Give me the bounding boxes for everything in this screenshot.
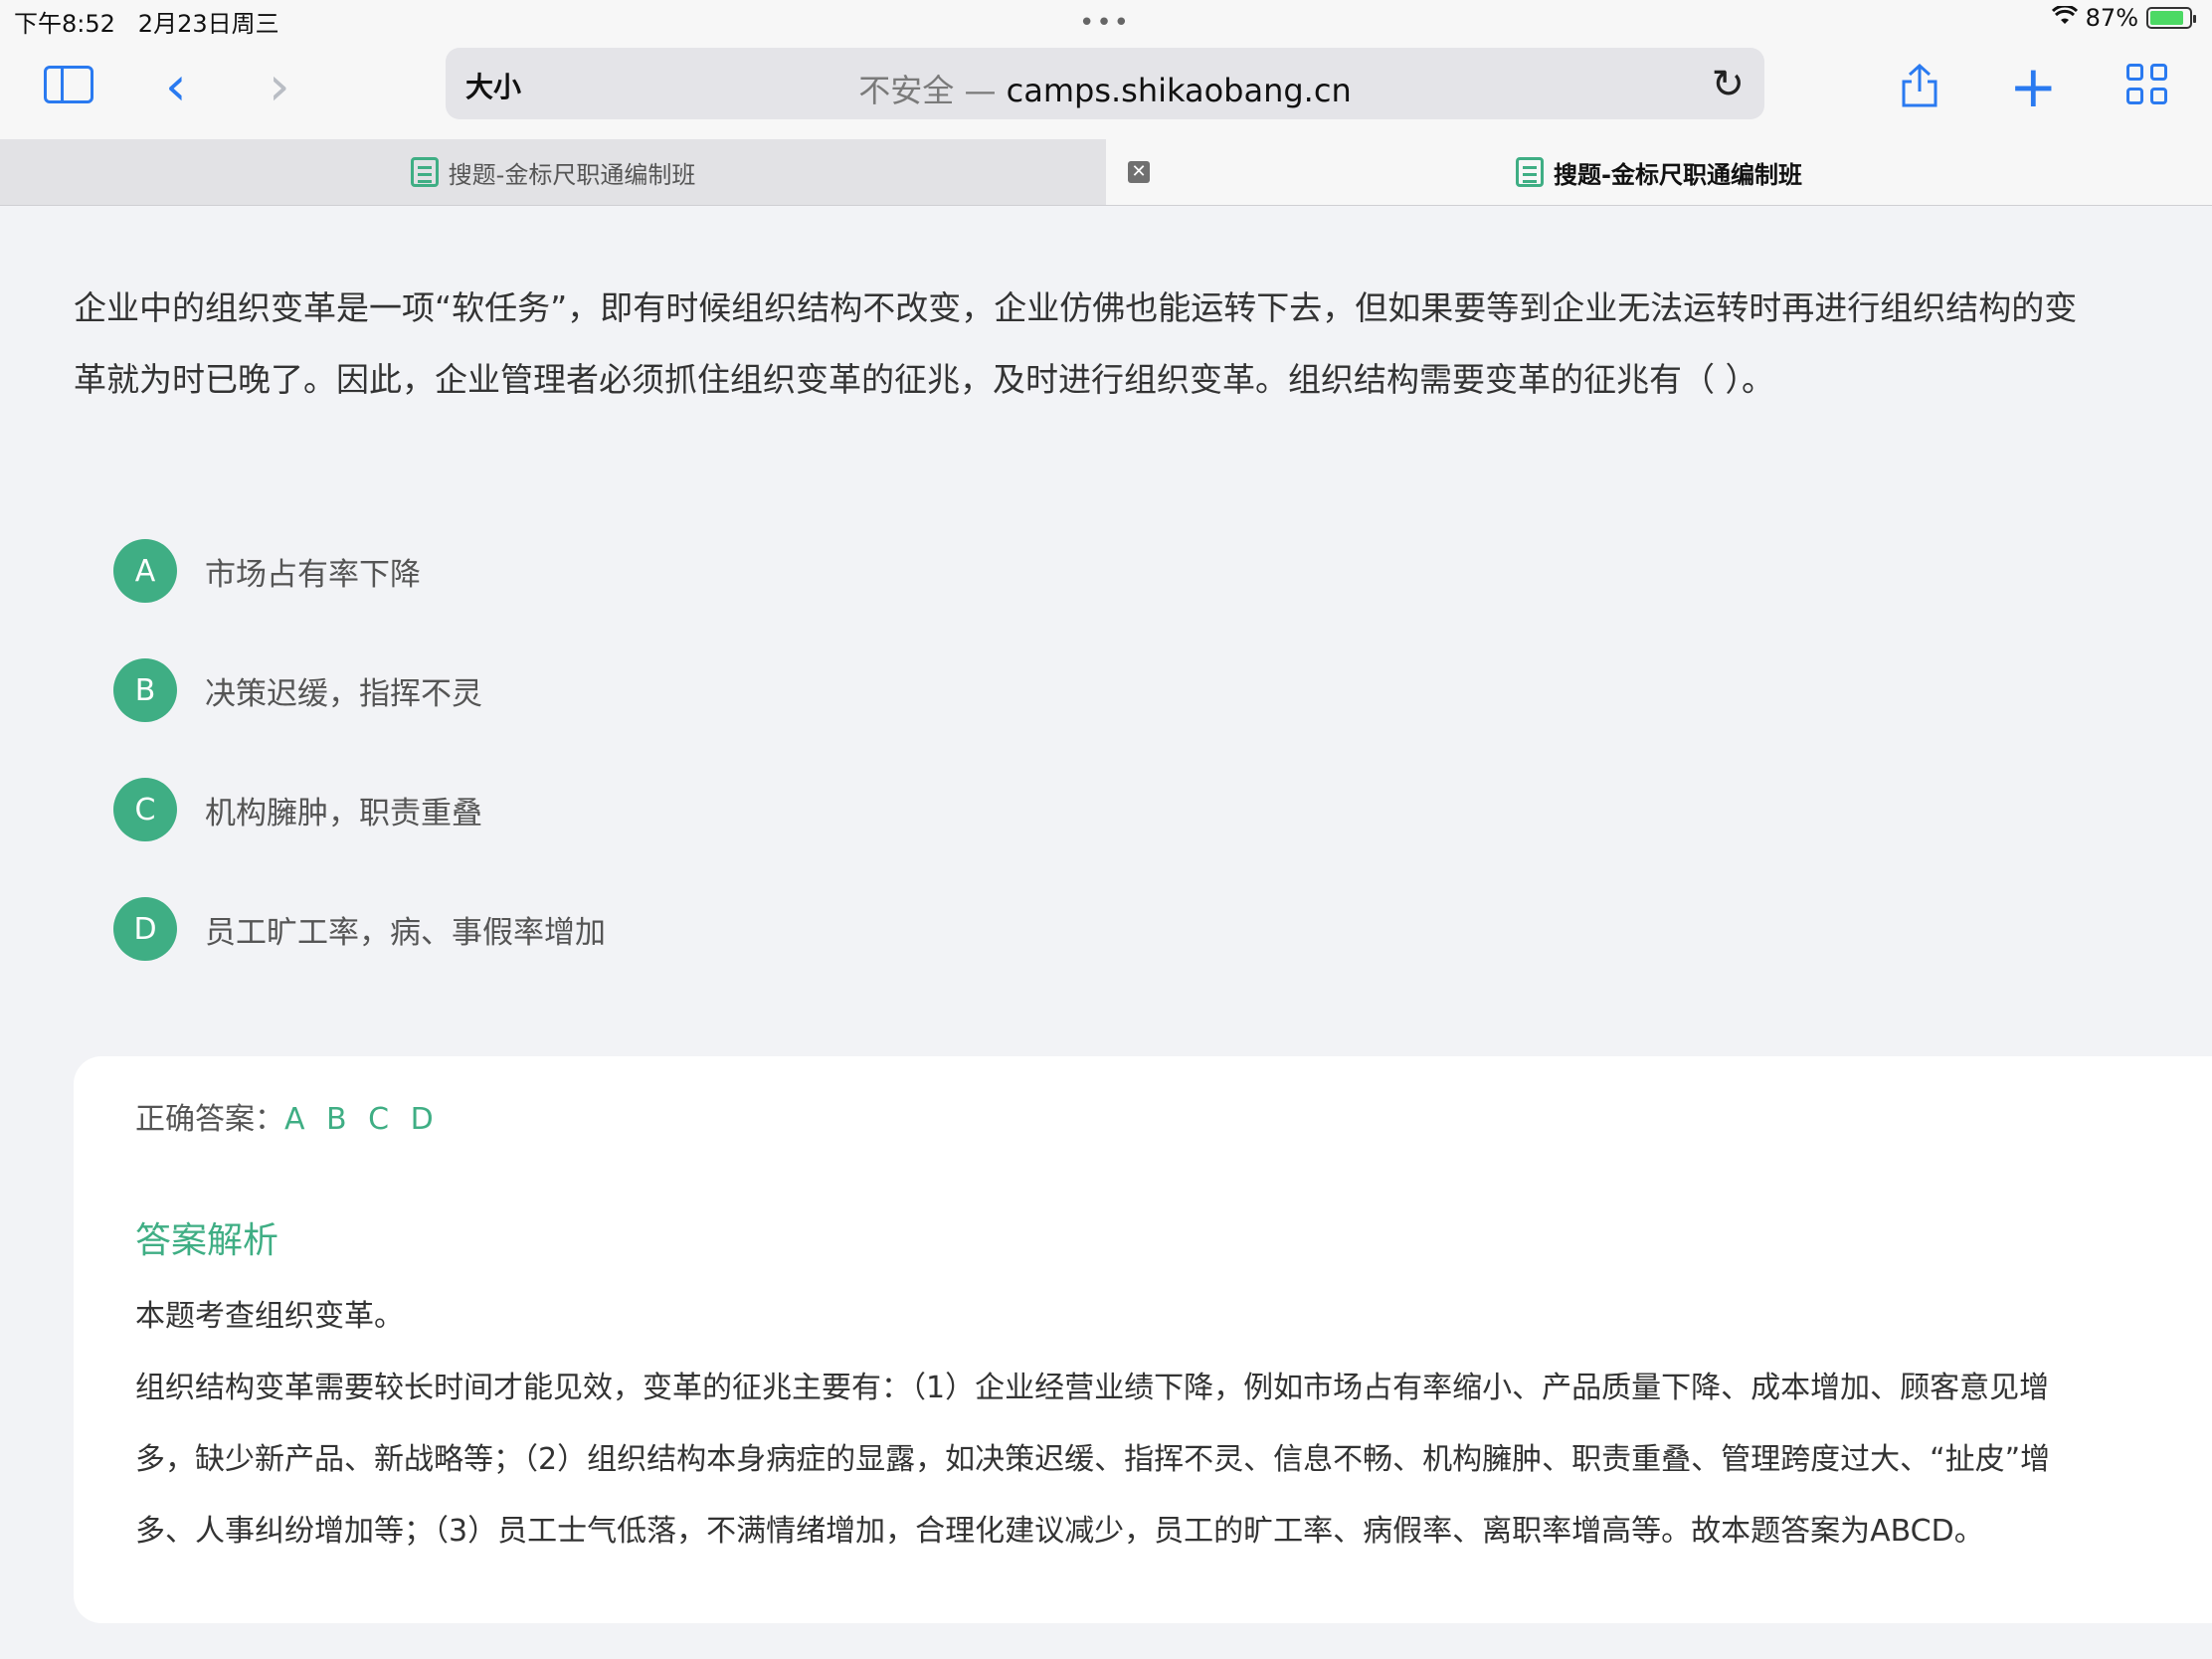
forward-icon[interactable]: › [269, 60, 290, 113]
status-time: 下午8:52 2月23日周三 [14, 4, 279, 39]
status-indicators: 87% [2051, 4, 2196, 32]
clock: 下午8:52 [14, 10, 115, 38]
new-tab-icon[interactable]: + [2009, 58, 2058, 115]
book-icon [1516, 157, 1545, 187]
option-c[interactable]: C 机构臃肿，职责重叠 [113, 750, 606, 869]
sidebar-toggle-icon[interactable] [44, 66, 93, 103]
battery-icon [2146, 7, 2196, 29]
multitasking-dots-icon[interactable]: ••• [1079, 8, 1131, 38]
correct-answer: 正确答案：A B C D [135, 1094, 440, 1138]
tab-strip: 搜题-金标尺职通编制班 搜题-金标尺职通编制班 ✕ [0, 139, 2212, 206]
analysis-paragraph: 本题考查组织变革。 [135, 1299, 404, 1334]
tab-2-active[interactable]: 搜题-金标尺职通编制班 [1106, 139, 2212, 205]
correct-answer-label: 正确答案： [135, 1102, 284, 1137]
tab-title: 搜题-金标尺职通编制班 [1554, 160, 1802, 189]
option-letter: C [113, 778, 177, 841]
option-text: 员工旷工率，病、事假率增加 [205, 914, 606, 951]
url-display[interactable]: 不安全 — camps.shikaobang.cn [446, 66, 1764, 111]
url-domain: camps.shikaobang.cn [1006, 72, 1352, 109]
analysis-title: 答案解析 [135, 1220, 279, 1261]
option-text: 机构臃肿，职责重叠 [205, 795, 482, 831]
tab-1[interactable]: 搜题-金标尺职通编制班 [0, 139, 1106, 205]
options-list: A 市场占有率下降 B 决策迟缓，指挥不灵 C 机构臃肿，职责重叠 D 员工旷工… [113, 511, 606, 989]
analysis-body: 本题考查组织变革。 组织结构变革需要较长时间才能见效，变革的征兆主要有：（1）企… [135, 1281, 2204, 1567]
analysis-line: 组织结构变革需要较长时间才能见效，变革的征兆主要有：（1）企业经营业绩下降，例如… [135, 1371, 2050, 1405]
wifi-icon [2051, 4, 2078, 32]
analysis-line: 多、人事纠纷增加等；（3）员工士气低落，不满情绪增加，合理化建议减少，员工的旷工… [135, 1514, 1984, 1549]
answer-card: 正确答案：A B C D 答案解析 本题考查组织变革。 组织结构变革需要较长时间… [74, 1056, 2212, 1623]
back-icon[interactable]: ‹ [165, 60, 187, 113]
status-bar: 下午8:52 2月23日周三 ••• 87% [0, 0, 2212, 40]
question-line-1: 企业中的组织变革是一项“软任务”，即有时候组织结构不改变，企业仿佛也能运转下去，… [74, 288, 2078, 327]
address-bar[interactable]: 大小 不安全 — camps.shikaobang.cn ↻ [446, 48, 1764, 119]
reload-icon[interactable]: ↻ [1711, 62, 1745, 107]
question-line-2: 革就为时已晚了。因此，企业管理者必须抓住组织变革的征兆，及时进行组织变革。组织结… [74, 360, 1774, 399]
insecure-label: 不安全 — [858, 72, 997, 109]
option-letter: A [113, 539, 177, 603]
option-text: 决策迟缓，指挥不灵 [205, 675, 482, 712]
option-d[interactable]: D 员工旷工率，病、事假率增加 [113, 869, 606, 989]
correct-answer-value: A B C D [284, 1102, 440, 1137]
option-letter: B [113, 658, 177, 722]
analysis-line: 多，缺少新产品、新战略等；（2）组织结构本身病症的显露，如决策迟缓、指挥不灵、信… [135, 1442, 2051, 1477]
tab-overview-icon[interactable] [2126, 64, 2170, 107]
question-text: 企业中的组织变革是一项“软任务”，即有时候组织结构不改变，企业仿佛也能运转下去，… [74, 273, 2212, 416]
battery-percent: 87% [2085, 4, 2138, 32]
close-tab-icon[interactable]: ✕ [1128, 161, 1150, 183]
date: 2月23日周三 [137, 10, 279, 38]
battery-level [2150, 11, 2183, 25]
option-letter: D [113, 897, 177, 961]
share-icon[interactable] [1898, 62, 1941, 117]
book-icon [410, 157, 439, 187]
option-a[interactable]: A 市场占有率下降 [113, 511, 606, 631]
option-text: 市场占有率下降 [205, 556, 421, 593]
tab-title: 搜题-金标尺职通编制班 [448, 160, 696, 189]
option-b[interactable]: B 决策迟缓，指挥不灵 [113, 631, 606, 750]
browser-toolbar: ‹ › 大小 不安全 — camps.shikaobang.cn ↻ + [0, 40, 2212, 139]
